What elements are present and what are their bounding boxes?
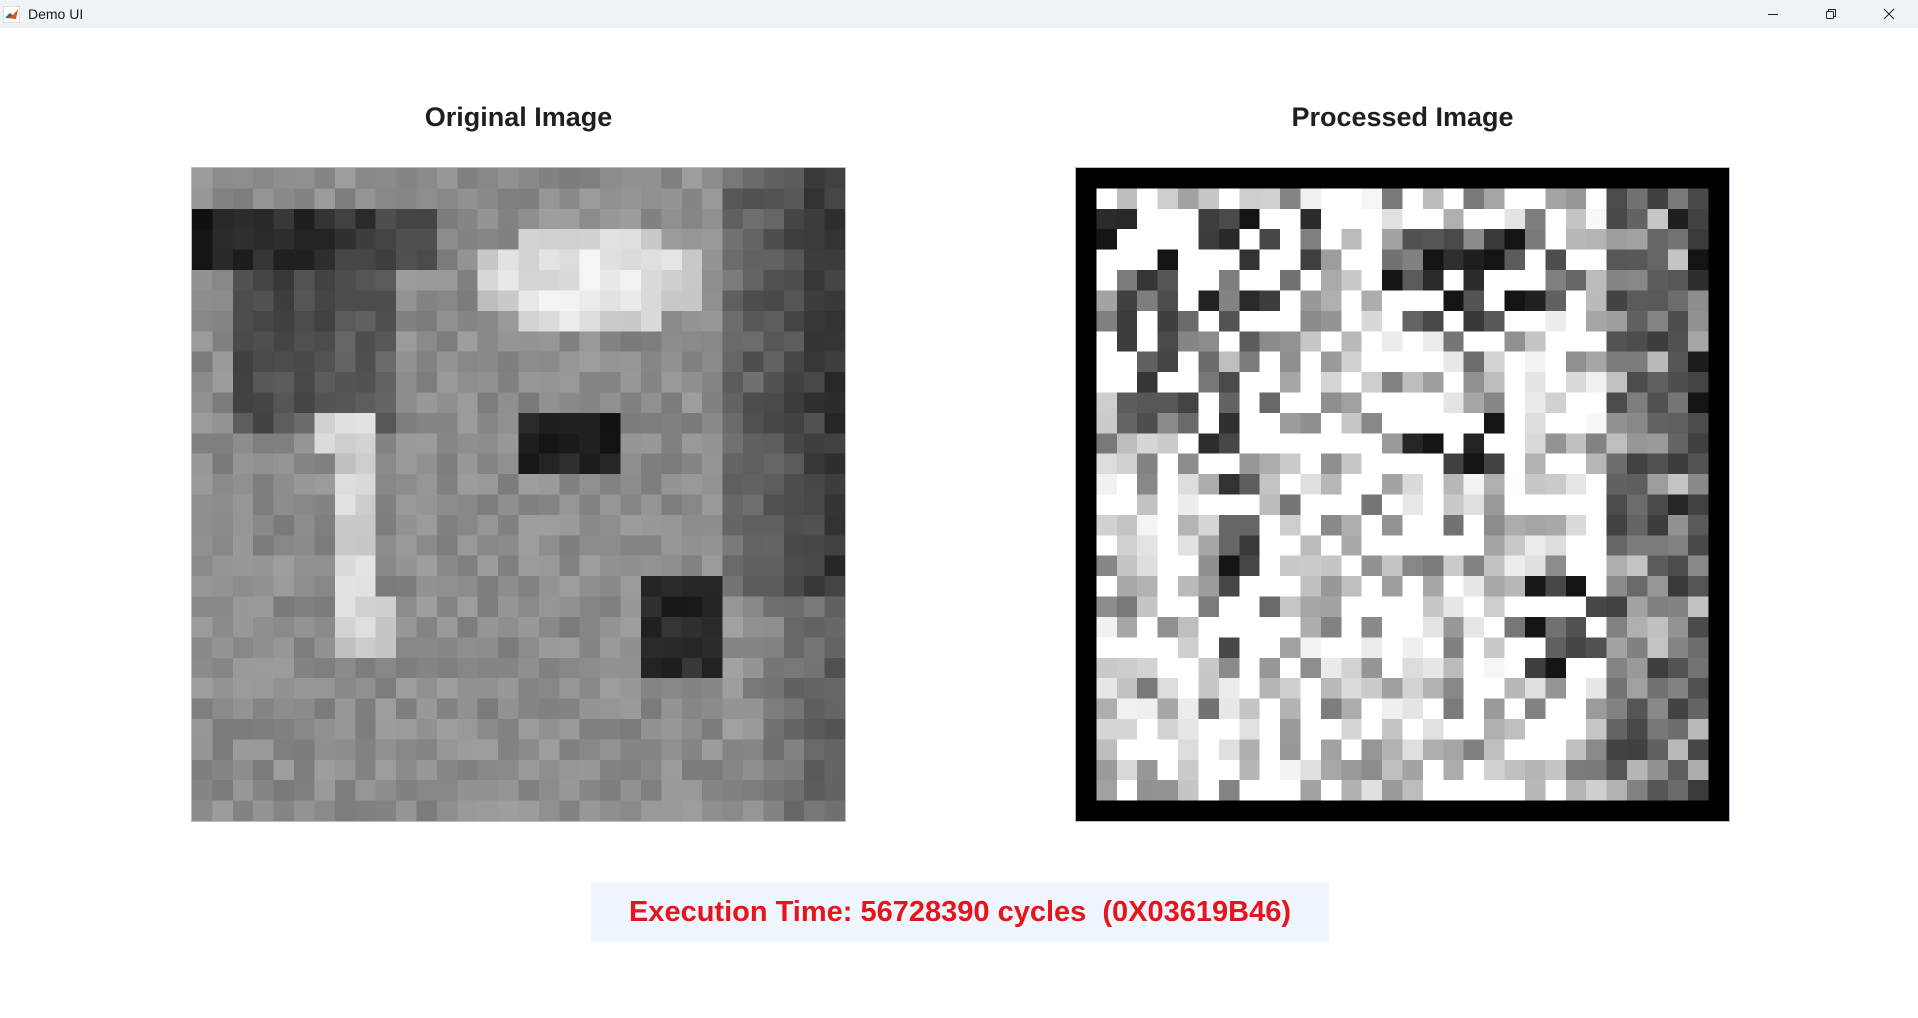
minimize-button[interactable] [1744,0,1802,28]
minimize-icon [1768,14,1778,15]
execution-time-label: Execution Time: 56728390 cycles (0X03619… [628,895,1292,928]
title-bar: Demo UI [0,0,1918,28]
original-image-title: Original Image [424,102,613,132]
close-button[interactable] [1860,0,1918,28]
matlab-app-icon [3,6,20,23]
execution-time-panel: Execution Time: 56728390 cycles (0X03619… [591,882,1329,942]
processed-image [1075,167,1730,822]
processed-image-canvas [1076,168,1729,821]
restore-button[interactable] [1802,0,1860,28]
close-icon [1883,8,1895,20]
window-title: Demo UI [28,6,84,22]
restore-icon [1826,9,1836,19]
processed-image-title: Processed Image [1291,102,1514,132]
original-image [191,167,846,822]
original-image-canvas [192,168,845,821]
